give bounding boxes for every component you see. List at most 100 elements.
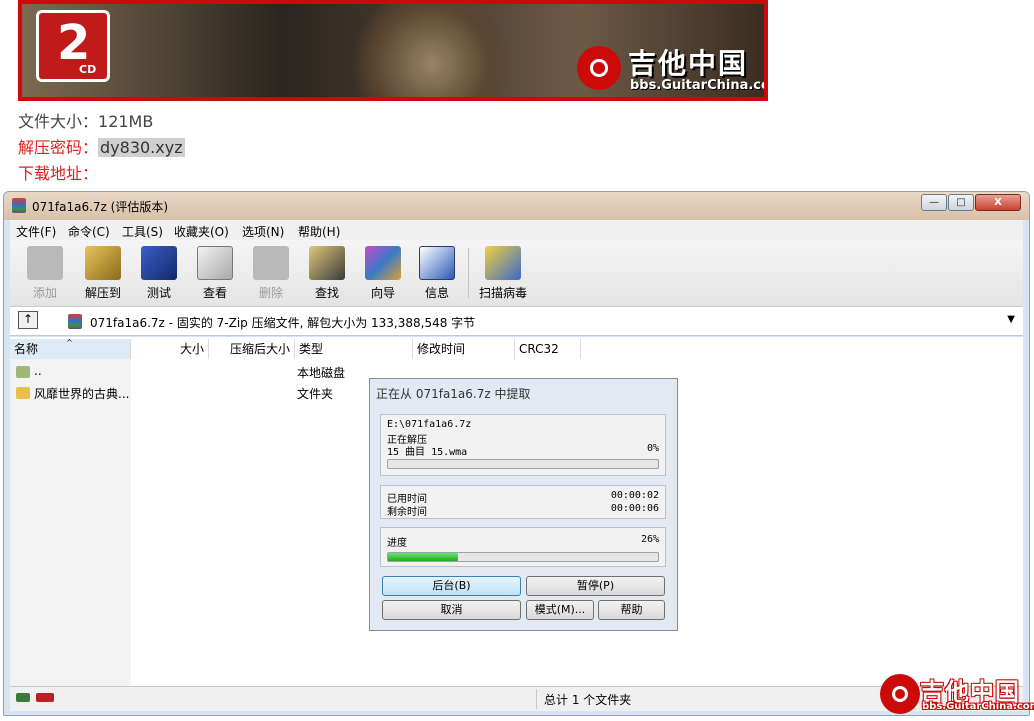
find-label: 查找 — [314, 286, 339, 300]
virus-scan-icon — [485, 246, 521, 280]
virus-scan-button[interactable]: 扫描病毒 — [474, 246, 532, 301]
password-label: 解压密码： — [18, 138, 99, 157]
file-size-value: 121MB — [98, 112, 154, 131]
test-button[interactable]: 测试 — [134, 246, 184, 301]
download-line: 下载地址： — [18, 164, 98, 184]
toolbar-separator — [468, 248, 469, 298]
menu-options[interactable]: 选项(N) — [242, 223, 284, 240]
file-progress-bar — [387, 459, 659, 469]
watermark-site-url: bbs.GuitarChina.com — [922, 701, 1034, 712]
info-label: 信息 — [424, 286, 449, 300]
total-progress-bar — [387, 552, 659, 562]
guitar-photo — [342, 4, 522, 97]
guitarchina-logo-icon — [577, 46, 621, 90]
add-label: 添加 — [32, 286, 57, 300]
view-button[interactable]: 查看 — [190, 246, 240, 301]
find-icon — [309, 246, 345, 280]
row-name: 风靡世界的古典... — [34, 387, 130, 401]
menu-tools[interactable]: 工具(S) — [122, 223, 163, 240]
progress-label: 进度 — [387, 538, 407, 549]
extract-progress-dialog: 正在从 071fa1a6.7z 中提取 E:\071fa1a6.7z 正在解压 … — [369, 378, 678, 631]
file-percent: 0% — [646, 443, 659, 454]
info-button[interactable]: 信息 — [412, 246, 462, 301]
help-button[interactable]: 帮助 — [598, 600, 665, 620]
window-title: 071fa1a6.7z (评估版本) — [32, 200, 169, 214]
column-name-label: 名称 — [14, 342, 39, 356]
file-panel: E:\071fa1a6.7z 正在解压 15 曲目 15.wma 0% — [380, 414, 666, 476]
row-name: .. — [34, 364, 42, 378]
delete-icon — [253, 246, 289, 280]
add-button[interactable]: 添加 — [20, 246, 70, 301]
up-folder-button[interactable]: ↑ — [18, 311, 38, 329]
archive-path[interactable]: 071fa1a6.7z - 固实的 7-Zip 压缩文件, 解包大小为 133,… — [90, 314, 475, 331]
wizard-label: 向导 — [370, 286, 395, 300]
column-packed[interactable]: 压缩后大小 — [209, 339, 295, 359]
wizard-icon — [365, 246, 401, 280]
title-bar[interactable]: 071fa1a6.7z (评估版本) — □ X — [4, 192, 1029, 220]
total-progress-fill — [388, 553, 459, 561]
delete-button[interactable]: 删除 — [246, 246, 296, 301]
column-type[interactable]: 类型 — [295, 339, 413, 359]
column-crc32[interactable]: CRC32 — [515, 339, 581, 359]
folder-icon — [16, 387, 30, 399]
extract-to-label: 解压到 — [84, 286, 121, 300]
column-modified[interactable]: 修改时间 — [413, 339, 515, 359]
sort-arrow-icon: ^ — [66, 338, 73, 347]
minimize-button[interactable]: — — [921, 194, 947, 211]
file-size-line: 文件大小：121MB — [18, 112, 153, 132]
extract-icon — [85, 246, 121, 280]
menu-file[interactable]: 文件(F) — [16, 223, 56, 240]
extract-to-button[interactable]: 解压到 — [78, 246, 128, 301]
watermark-logo-icon — [880, 674, 920, 714]
album-cover-banner: 2 CD 吉他中国 bbs.GuitarChina.com — [18, 0, 768, 101]
column-size[interactable]: 大小 — [131, 339, 209, 359]
parent-folder-icon — [16, 366, 30, 378]
test-label: 测试 — [146, 286, 171, 300]
row-type: 本地磁盘 — [297, 366, 346, 380]
password-value[interactable]: dy830.xyz — [98, 138, 185, 157]
cd-label: CD — [79, 63, 97, 76]
cd-badge: 2 CD — [36, 10, 110, 82]
name-column-background — [10, 359, 131, 686]
mode-button[interactable]: 模式(M)... — [526, 600, 594, 620]
virus-scan-label: 扫描病毒 — [478, 286, 527, 300]
remaining-label: 剩余时间 — [387, 507, 427, 518]
status-bar: 总计 1 个文件夹 — [10, 686, 1023, 711]
toolbar: 添加 解压到 测试 查看 删除 查找 向导 信息 扫描病毒 — [10, 240, 1023, 307]
info-icon — [419, 246, 455, 280]
view-icon — [197, 246, 233, 280]
cancel-button[interactable]: 取消 — [382, 600, 521, 620]
winrar-icon — [12, 198, 26, 213]
archive-file-path: E:\071fa1a6.7z — [387, 419, 472, 430]
menu-favorites[interactable]: 收藏夹(O) — [174, 223, 229, 240]
background-button[interactable]: 后台(B) — [382, 576, 521, 596]
row-type: 文件夹 — [297, 387, 334, 401]
path-dropdown-icon[interactable]: ▼ — [1007, 314, 1015, 325]
menu-help[interactable]: 帮助(H) — [298, 223, 340, 240]
download-label: 下载地址： — [18, 164, 99, 183]
banner-site-name: 吉他中国 — [628, 47, 749, 80]
test-icon — [141, 246, 177, 280]
archive-icon — [68, 314, 82, 329]
delete-label: 删除 — [258, 286, 283, 300]
elapsed-time: 00:00:02 — [610, 490, 659, 501]
menu-command[interactable]: 命令(C) — [68, 223, 110, 240]
time-panel: 已用时间 00:00:02 剩余时间 00:00:06 — [380, 485, 666, 519]
pause-button[interactable]: 暂停(P) — [526, 576, 665, 596]
menu-bar: 文件(F) 命令(C) 工具(S) 收藏夹(O) 选项(N) 帮助(H) — [10, 220, 1023, 240]
view-label: 查看 — [202, 286, 227, 300]
maximize-button[interactable]: □ — [948, 194, 974, 211]
close-button[interactable]: X — [975, 194, 1021, 211]
total-panel: 进度 26% — [380, 527, 666, 567]
file-size-label: 文件大小： — [18, 112, 99, 131]
dialog-title: 正在从 071fa1a6.7z 中提取 — [376, 387, 531, 401]
total-percent: 26% — [640, 534, 659, 545]
status-text: 总计 1 个文件夹 — [544, 693, 632, 707]
add-icon — [27, 246, 63, 280]
column-name[interactable]: 名称 ^ — [10, 338, 131, 359]
drive-icon — [16, 693, 30, 702]
wizard-button[interactable]: 向导 — [358, 246, 408, 301]
current-file: 15 曲目 15.wma — [387, 447, 468, 458]
status-divider — [536, 689, 537, 709]
find-button[interactable]: 查找 — [302, 246, 352, 301]
